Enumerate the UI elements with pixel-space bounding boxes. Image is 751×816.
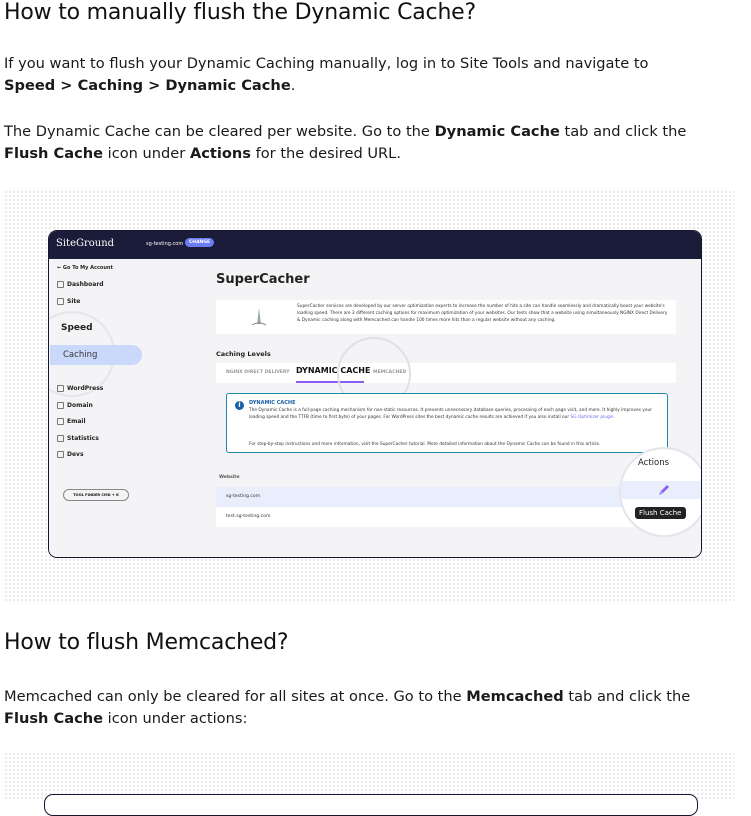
info-title: DYNAMIC CACHE xyxy=(249,400,296,406)
sidebar-item-speed[interactable]: Speed xyxy=(61,323,93,333)
go-to-account-link[interactable]: ← Go To My Account xyxy=(57,265,113,271)
screenshot-figure: SiteGround sg-testing.com CHANGE ← Go To… xyxy=(4,190,734,602)
site-tools-topbar: SiteGround sg-testing.com CHANGE xyxy=(49,231,701,259)
sg-optimizer-link[interactable]: SG Optimizer plugin. xyxy=(571,415,615,420)
paragraph-navigate: If you want to flush your Dynamic Cachin… xyxy=(4,55,649,94)
flush-cache-tooltip: Flush Cache xyxy=(635,507,686,519)
screenshot-figure-memcached xyxy=(4,752,734,816)
zoom-circle-actions: Actions Flush Cache xyxy=(619,447,701,537)
info-text: The Dynamic Cache is a full-page caching… xyxy=(249,408,652,420)
change-site-button[interactable]: CHANGE xyxy=(185,238,215,247)
info-more-text: For step-by-step instructions and more i… xyxy=(249,442,601,447)
tool-finder-button[interactable]: TOOL FINDER CMD + K xyxy=(63,489,129,501)
email-icon xyxy=(57,418,64,425)
statistics-icon xyxy=(57,435,64,442)
site-domain: sg-testing.com xyxy=(146,241,184,247)
info-icon: i xyxy=(235,401,244,410)
sidebar-item-email[interactable]: Email xyxy=(57,418,86,425)
flush-cache-icon[interactable] xyxy=(658,484,670,496)
supercacher-intro-text: SuperCacher services are developed by ou… xyxy=(297,304,668,323)
paragraph-clear-per-website: The Dynamic Cache can be cleared per web… xyxy=(4,123,687,162)
dynamic-cache-info-box: i DYNAMIC CACHE The Dynamic Cache is a f… xyxy=(226,393,668,453)
dashboard-icon xyxy=(57,281,64,288)
sidebar-item-dashboard[interactable]: Dashboard xyxy=(57,281,104,288)
site-tools-sidebar: ← Go To My Account Dashboard Site Speed … xyxy=(49,259,201,557)
table-row[interactable]: sg-testing.com xyxy=(216,487,676,507)
paragraph-memcached: Memcached can only be cleared for all si… xyxy=(4,688,691,727)
memcached-screenshot-edge xyxy=(44,794,698,816)
heading-dynamic-cache: How to manually flush the Dynamic Cache? xyxy=(4,0,476,25)
tab-nginx-direct-delivery[interactable]: NGINX DIRECT DELIVERY xyxy=(226,370,290,375)
sidebar-item-devs[interactable]: Devs xyxy=(57,451,84,458)
caching-tabs: NGINX DIRECT DELIVERY DYNAMIC CACHE MEMC… xyxy=(216,363,676,383)
caching-levels-label: Caching Levels xyxy=(216,350,271,358)
page-title: SuperCacher xyxy=(216,272,310,287)
supercacher-intro-card: SuperCacher services are developed by ou… xyxy=(216,300,676,334)
sidebar-item-statistics[interactable]: Statistics xyxy=(57,435,99,442)
table-row[interactable]: test.sg-testing.com xyxy=(216,507,676,527)
domain-icon xyxy=(57,402,64,409)
site-tools-screenshot: SiteGround sg-testing.com CHANGE ← Go To… xyxy=(48,230,702,558)
website-cell: sg-testing.com xyxy=(226,494,261,499)
website-cell: test.sg-testing.com xyxy=(226,514,271,519)
site-icon xyxy=(57,298,64,305)
sidebar-item-site[interactable]: Site xyxy=(57,298,80,305)
sidebar-item-wordpress[interactable]: WordPress xyxy=(57,385,103,392)
table-header-website: Website xyxy=(219,475,240,480)
wordpress-icon xyxy=(57,385,64,392)
siteground-logo: SiteGround xyxy=(56,238,115,249)
actions-header: Actions xyxy=(638,458,670,468)
supercacher-illustration-icon xyxy=(251,308,267,326)
devs-icon xyxy=(57,451,64,458)
heading-memcached: How to flush Memcached? xyxy=(4,630,289,655)
sidebar-item-caching[interactable]: Caching xyxy=(50,345,142,365)
sidebar-item-domain[interactable]: Domain xyxy=(57,402,93,409)
